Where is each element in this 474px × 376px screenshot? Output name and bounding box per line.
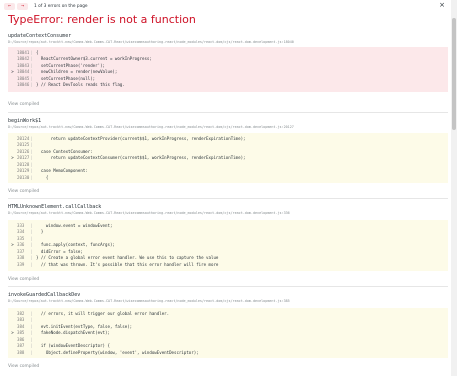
next-error-button[interactable]: → <box>17 2 28 10</box>
code-line: 20130 | { <box>17 174 49 180</box>
code-snippet: 18041 |{ 18042 | ReactCurrentOwner$3.curre… <box>8 47 448 92</box>
error-navigation: ← → 1 of 3 errors on the page <box>4 2 88 10</box>
stack-frame-path: D:/Source/repos/aut.tracktt-new/Comms.We… <box>8 299 290 303</box>
code-line: 18046 |} // React DevTools reads this fla… <box>17 82 125 88</box>
divider <box>8 286 448 287</box>
code-line: 388 | Object.defineProperty(window, 'even… <box>17 349 199 355</box>
scrollbar-thumb[interactable] <box>452 18 456 130</box>
view-compiled-link[interactable]: View compiled <box>8 189 39 194</box>
stack-frame-path: D:/Source/repos/aut.tracktt-new/Comms.We… <box>8 211 290 215</box>
close-icon[interactable]: × <box>438 1 446 9</box>
code-line: 339 | // that was thrown. It's possible t… <box>17 261 219 267</box>
error-overlay: ← → 1 of 3 errors on the page × TypeErro… <box>0 0 474 376</box>
code-snippet: 382 | // errors, it will trigger our glob… <box>8 308 448 358</box>
stack-frame-path: D:/Source/repos/aut.tracktt-new/Comms.We… <box>8 40 294 44</box>
stack-frame-function: beginWork$1 <box>8 118 42 124</box>
code-snippet: 333 | window.event = windowEvent; 334 | } … <box>8 220 448 271</box>
scrollbar[interactable] <box>451 0 457 376</box>
view-compiled-link[interactable]: View compiled <box>8 364 39 369</box>
stack-frame-function: invokeGuardedCallbackDev <box>8 292 81 298</box>
error-counter: 1 of 3 errors on the page <box>34 3 88 9</box>
stack-frame-function: HTMLUnknownElement.callCallback <box>8 204 102 210</box>
view-compiled-link[interactable]: View compiled <box>8 277 39 282</box>
error-title: TypeError: render is not a function <box>8 13 196 26</box>
stack-frame-function: updateContextConsumer <box>8 33 72 39</box>
previous-error-button[interactable]: ← <box>4 2 15 10</box>
stack-frame-path: D:/Source/repos/aut.tracktt-new/Comms.We… <box>8 125 294 129</box>
code-snippet: 20124 | return updateContextProvider(curr… <box>8 133 448 183</box>
divider <box>8 198 448 199</box>
divider <box>8 112 448 113</box>
view-compiled-link[interactable]: View compiled <box>8 102 39 107</box>
